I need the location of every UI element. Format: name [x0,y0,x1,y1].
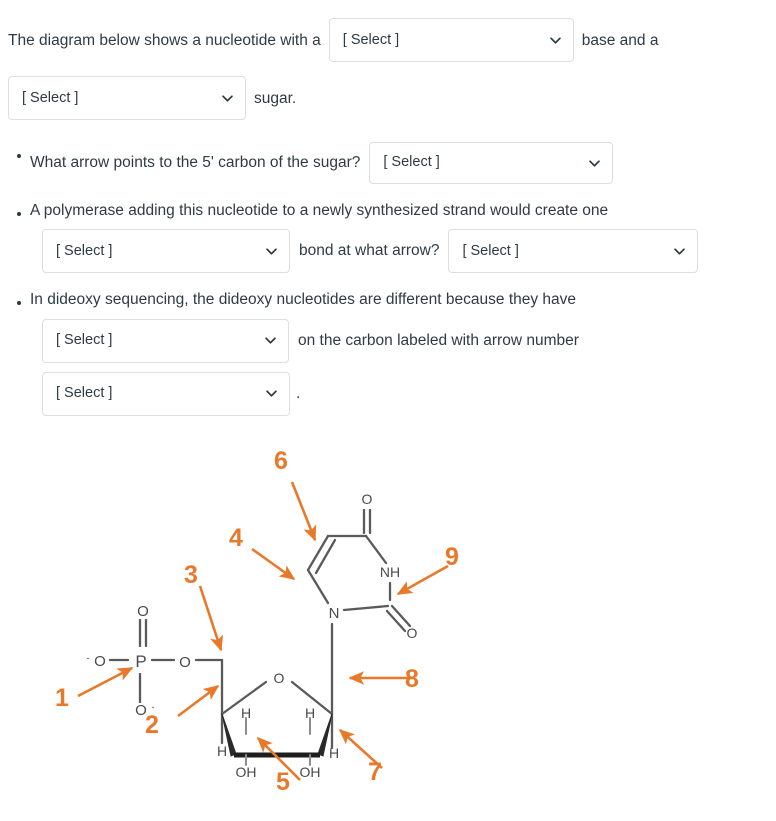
arrow-label-4: 4 [229,524,243,552]
bullet-polymerase-subrow: [ Select ] bond at what arrow? [ Select … [30,229,762,274]
bond-arrow-select-label: [ Select ] [462,242,519,259]
atom-label-h-c1: H [329,745,339,761]
bullet-dideoxy-row: In dideoxy sequencing, the dideoxy nucle… [30,289,762,311]
arrow-label-9: 9 [445,543,459,571]
arrow-5prime-select-label: [ Select ] [383,154,440,171]
nucleotide-structure-diagram: O - P O O - O O H H H H OH OH N NH O O 1… [0,418,776,821]
chevron-down-icon [265,387,278,400]
chevron-down-icon [588,157,601,170]
sugar-type-select[interactable]: [ Select ] [8,76,246,120]
chevron-down-icon [264,334,277,347]
atom-label-h-c2: H [305,705,315,721]
arrow-9 [396,564,449,596]
arrow-5prime-select[interactable]: [ Select ] [369,142,614,184]
atom-label-h-c3: H [241,705,251,721]
bond-c2-o-a [390,604,412,628]
atom-label-o-c4: O [362,491,373,507]
bullet-dideoxy-middle-text: on the carbon labeled with arrow number [298,331,579,349]
chevron-down-icon [549,34,562,47]
atom-label-ring-o: O [274,670,285,686]
arrow-label-8: 8 [405,665,419,693]
quiz-page: The diagram below shows a nucleotide wit… [0,0,776,821]
atom-label-p: P [135,652,146,671]
annotation-arrows [77,481,449,781]
atom-label-o-ester: O [179,654,191,671]
bullet-5prime-carbon: What arrow points to the 5' carbon of th… [17,142,762,184]
bullet-polymerase-text: A polymerase adding this nucleotide to a… [30,202,609,219]
dideoxy-arrow-select-label: [ Select ] [56,385,113,402]
chevron-down-icon [673,245,686,258]
atom-label-oh-3prime: OH [236,764,257,780]
arrow-label-2: 2 [145,711,159,739]
bullet-dideoxy: In dideoxy sequencing, the dideoxy nucle… [17,289,762,416]
bond-c2-o-b [385,609,407,633]
base-type-select[interactable]: [ Select ] [328,18,574,62]
bond-c6-c5-b [314,538,337,575]
atom-label-n1: N [329,605,340,622]
arrow-6 [290,481,317,542]
intro-text-after-sugar: sugar. [254,89,297,107]
arrow-label-5: 5 [276,768,290,796]
arrow-1 [77,666,134,698]
arrow-number-labels: 1 2 3 4 5 6 7 8 9 [55,447,459,796]
bond-c6-c5-a [306,534,330,572]
sugar-type-select-label: [ Select ] [22,89,79,106]
arrow-label-3: 3 [184,561,198,589]
atom-label-o-left-charge: - [87,653,90,663]
molecule-skeleton [108,618,334,750]
bond-n1-c6 [306,568,330,605]
arrow-label-6: 6 [274,447,288,475]
bullet-dideoxy-subrow2: [ Select ] . [30,371,762,416]
arrow-3 [198,585,224,652]
bullet-dideoxy-subrow: [ Select ] on the carbon labeled with ar… [30,318,762,363]
atom-label-o-top: O [137,603,149,620]
dideoxy-feature-select-label: [ Select ] [56,332,113,349]
bond-type-select[interactable]: [ Select ] [42,229,290,274]
bullet-dideoxy-text: In dideoxy sequencing, the dideoxy nucle… [30,291,577,309]
intro-text-before-base: The diagram below shows a nucleotide wit… [8,31,321,49]
arrow-label-7: 7 [368,758,382,786]
intro-statement-line2: [ Select ] sugar. [8,76,762,120]
bullet-5prime-row: What arrow points to the 5' carbon of th… [30,142,762,184]
intro-statement: The diagram below shows a nucleotide wit… [8,18,762,62]
question-prose: The diagram below shows a nucleotide wit… [0,0,776,416]
bullet-5prime-text: What arrow points to the 5' carbon of th… [30,153,361,171]
chevron-down-icon [265,245,278,258]
chevron-down-icon [221,92,234,105]
atom-label-o-c2: O [407,625,418,641]
atom-label-h-c4: H [217,743,227,759]
dideoxy-arrow-select[interactable]: [ Select ] [42,371,290,416]
bullet-dideoxy-end-text: . [296,384,301,402]
atom-labels: O - P O O - O O H H H H OH OH N NH O O [87,491,418,780]
atom-label-oh-2prime: OH [300,764,321,780]
arrow-4 [251,547,296,581]
question-bullet-list: What arrow points to the 5' carbon of th… [8,142,762,416]
bullet-polymerase-row: A polymerase adding this nucleotide to a… [30,200,762,222]
bond-c2-n1 [342,604,390,612]
bond-type-select-label: [ Select ] [56,242,113,259]
nucleotide-svg: O - P O O - O O H H H H OH OH N NH O O 1… [55,447,459,796]
atom-label-o-left: O [94,653,106,670]
dideoxy-feature-select[interactable]: [ Select ] [42,318,289,363]
bond-c4-n3 [364,534,388,565]
bullet-polymerase-middle-text: bond at what arrow? [299,242,440,260]
arrow-label-1: 1 [55,684,69,712]
arrow-2 [177,684,220,718]
intro-text-after-base: base and a [581,31,659,49]
base-type-select-label: [ Select ] [342,31,400,48]
atom-label-n3h: NH [380,564,400,580]
bond-arrow-select[interactable]: [ Select ] [448,229,699,274]
ribose-front-bonds [221,713,333,758]
bullet-polymerase-bond: A polymerase adding this nucleotide to a… [17,200,762,274]
